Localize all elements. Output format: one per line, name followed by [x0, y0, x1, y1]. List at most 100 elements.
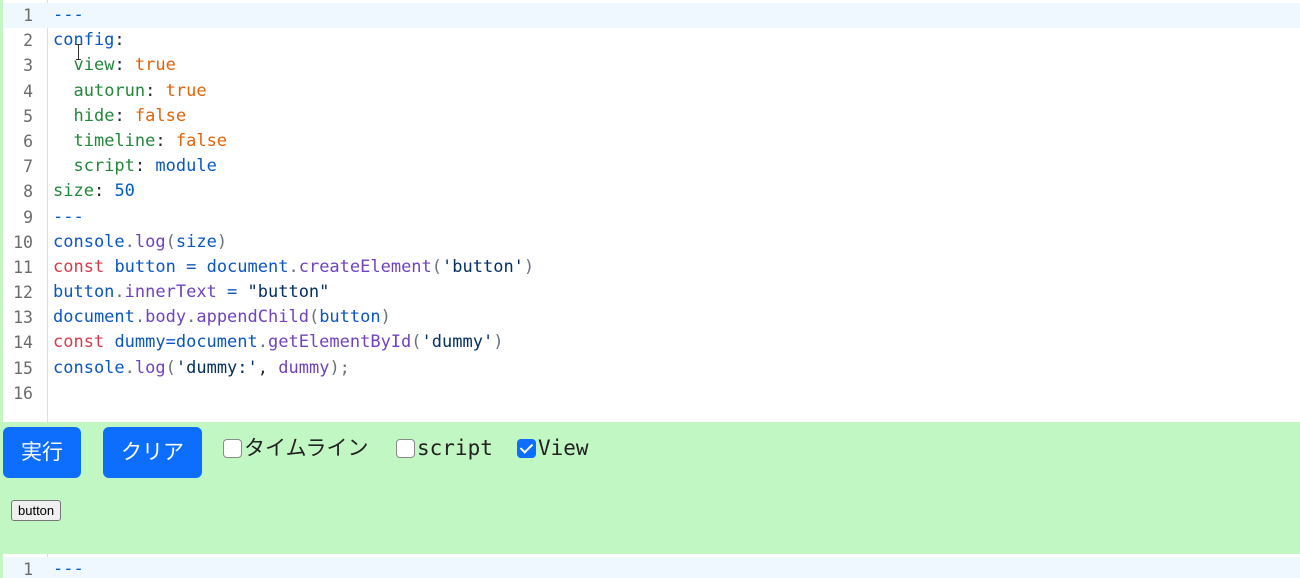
code-token: 50	[114, 181, 135, 202]
code-line[interactable]: 11 const button = document.createElement(…	[3, 255, 1300, 280]
code-token: =	[216, 282, 248, 303]
code-line[interactable]: 9 ---	[3, 205, 1300, 230]
code-token: ---	[53, 5, 84, 25]
code-text[interactable]: const button = document.createElement('b…	[53, 255, 534, 280]
code-token: true	[165, 80, 207, 101]
code-token: module	[155, 156, 217, 177]
code-token: true	[134, 55, 176, 76]
code-token: (	[431, 256, 443, 277]
code-line[interactable]: 12 button.innerText = "button"	[3, 280, 1300, 305]
script-checkbox-box[interactable]	[396, 438, 415, 458]
run-button[interactable]: 実行	[3, 427, 81, 478]
script-checkbox-label: script	[417, 436, 493, 460]
line-number: 6	[23, 131, 33, 151]
script-checkbox[interactable]: script	[396, 436, 493, 460]
code-token: :	[114, 105, 135, 126]
code-token: :	[114, 30, 125, 51]
code-editor[interactable]: 1 --- 2 config: 3 view: true 4 autorun: true 5…	[0, 0, 1300, 422]
code-text[interactable]: size: 50	[53, 179, 135, 204]
code-token: 'dummy'	[421, 332, 494, 353]
code-line[interactable]: 1 ---	[3, 557, 1300, 578]
code-text[interactable]: document.body.appendChild(button)	[53, 305, 391, 330]
code-token: ---	[53, 206, 84, 227]
code-token: button	[53, 282, 115, 303]
line-number: 10	[13, 232, 33, 252]
code-text[interactable]: console.log('dummy:', dummy);	[53, 356, 350, 381]
code-token: "button"	[247, 282, 330, 303]
clear-button[interactable]: クリア	[103, 427, 202, 478]
timeline-checkbox-box[interactable]	[223, 438, 242, 458]
code-editor-next[interactable]: 1 ---	[0, 554, 1300, 578]
code-token: :	[145, 80, 166, 101]
output-generated-button[interactable]: button	[11, 500, 62, 521]
line-number: 15	[13, 358, 33, 378]
code-token: false	[175, 130, 228, 151]
line-number: 14	[13, 333, 33, 353]
code-token: .	[186, 307, 197, 328]
code-line[interactable]: 4 autorun: true	[3, 79, 1300, 104]
code-token: dummy	[278, 357, 330, 378]
line-number: 13	[13, 308, 33, 328]
code-line[interactable]: 8 size: 50	[3, 179, 1300, 204]
code-token: )	[493, 332, 504, 353]
code-token: :	[93, 181, 115, 202]
code-line[interactable]: 15 console.log('dummy:', dummy);	[3, 356, 1300, 381]
code-token: getElementById	[267, 332, 412, 353]
code-token: .	[124, 357, 135, 378]
view-checkbox[interactable]: View	[517, 436, 589, 460]
code-text[interactable]: hide: false	[53, 104, 186, 129]
view-checkbox-label: View	[538, 436, 589, 460]
code-line[interactable]: 2 config:	[3, 28, 1300, 53]
code-token: :	[134, 156, 156, 177]
line-number: 9	[23, 207, 33, 227]
line-number: 1	[23, 6, 33, 25]
code-text[interactable]: const dummy=document.getElementById('dum…	[53, 330, 503, 355]
view-checkbox-box[interactable]	[517, 438, 536, 458]
code-line[interactable]: 16	[3, 381, 1300, 406]
timeline-checkbox-label: タイムライン	[244, 436, 369, 460]
code-token: innerText	[124, 282, 217, 303]
code-text[interactable]: script: module	[53, 154, 217, 179]
code-token: :	[114, 55, 135, 76]
code-line[interactable]: 6 timeline: false	[3, 129, 1300, 154]
code-line[interactable]: 1 ---	[3, 3, 1300, 29]
code-token: )	[216, 231, 228, 252]
code-token: false	[134, 105, 187, 126]
code-token: document	[206, 256, 289, 277]
code-token: :	[155, 130, 176, 151]
code-token: script	[73, 156, 135, 177]
code-lines[interactable]: 1 ---	[3, 554, 1300, 578]
code-line[interactable]: 13 document.body.appendChild(button)	[3, 305, 1300, 330]
line-number: 12	[13, 283, 33, 303]
code-text[interactable]: timeline: false	[53, 129, 227, 154]
code-token: ,	[257, 357, 279, 378]
code-token: autorun	[73, 80, 146, 101]
code-text[interactable]: config:	[53, 28, 125, 53]
code-token: body	[145, 307, 187, 328]
code-text[interactable]: console.log(size)	[53, 230, 227, 255]
timeline-checkbox[interactable]: タイムライン	[223, 436, 369, 460]
code-line[interactable]: 5 hide: false	[3, 104, 1300, 129]
code-text[interactable]: autorun: true	[53, 79, 207, 104]
code-lines[interactable]: 1 --- 2 config: 3 view: true 4 autorun: true 5…	[3, 0, 1300, 406]
code-text[interactable]: ---	[53, 3, 84, 28]
code-token: log	[134, 231, 166, 252]
code-line[interactable]: 10 console.log(size)	[3, 230, 1300, 255]
line-number: 5	[23, 106, 33, 126]
line-number: 1	[23, 560, 33, 578]
code-text[interactable]: ---	[53, 557, 84, 578]
code-text[interactable]: view: true	[53, 53, 176, 78]
code-line[interactable]: 14 const dummy=document.getElementById('d…	[3, 330, 1300, 355]
code-token: (	[165, 357, 176, 378]
line-number: 8	[23, 182, 33, 202]
code-line[interactable]: 7 script: module	[3, 154, 1300, 179]
code-text[interactable]: button.innerText = "button"	[53, 280, 329, 305]
code-text[interactable]: ---	[53, 205, 84, 230]
code-line[interactable]: 3 view: true	[3, 53, 1300, 78]
line-number: 16	[13, 383, 33, 403]
